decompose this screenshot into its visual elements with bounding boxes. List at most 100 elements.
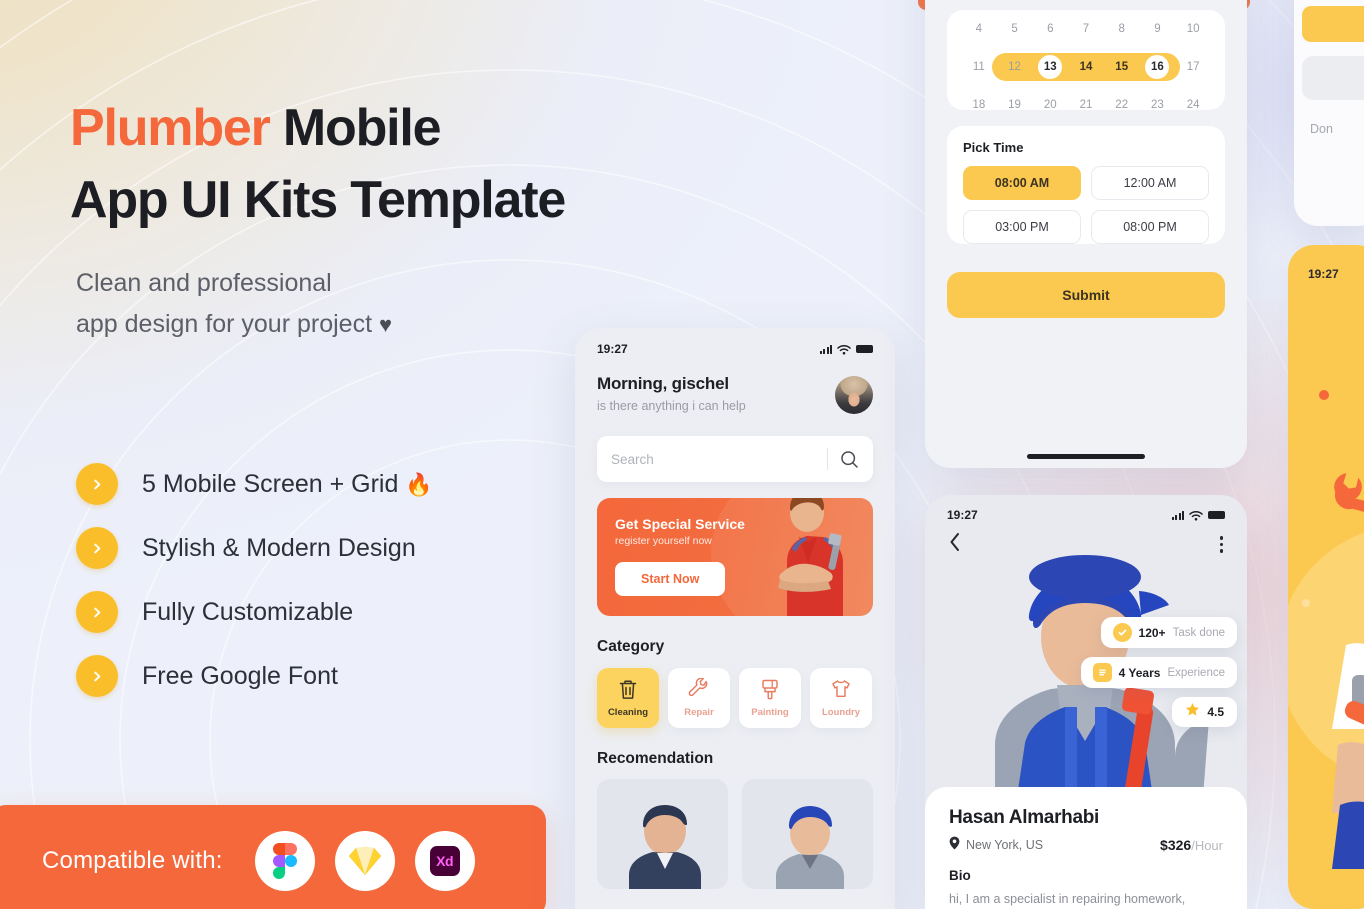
- greeting-title: Morning, gischel: [597, 374, 729, 393]
- sketch-logo-icon: [334, 831, 395, 891]
- subtitle-line-2: app design for your project: [76, 310, 373, 338]
- calendar-week-row-selected: 11 12 13 14 15 16 17: [961, 48, 1211, 86]
- list-item[interactable]: [742, 779, 873, 889]
- signal-icon: [819, 344, 832, 354]
- status-badge: 120+ Task done: [1100, 617, 1237, 648]
- compatible-with-label: Compatible with:: [42, 847, 223, 874]
- calendar-day[interactable]: 10: [1175, 23, 1211, 35]
- phone-mockup-home: 19:27 Morning, gischel is there anything…: [575, 328, 895, 909]
- page-title: Plumber Mobile App UI Kits Template: [70, 92, 750, 236]
- home-greeting-text: Morning, gischel is there anything i can…: [597, 374, 746, 413]
- calendar-day[interactable]: 11: [961, 61, 997, 73]
- badge-value: 4 Years: [1118, 665, 1161, 680]
- category-section-title: Category: [597, 638, 665, 655]
- list-item[interactable]: [597, 779, 728, 889]
- time-slot-option[interactable]: 12:00 AM: [1091, 166, 1209, 200]
- calendar-day[interactable]: 7: [1068, 23, 1104, 35]
- battery-icon: [856, 345, 873, 353]
- promo-title: Get Special Service: [615, 516, 745, 532]
- feature-label: 5 Mobile Screen + Grid 🔥: [142, 469, 433, 498]
- map-pin-icon: [949, 836, 960, 853]
- calendar-day[interactable]: 22: [1104, 99, 1140, 111]
- submit-button[interactable]: Submit: [947, 272, 1225, 318]
- document-icon: [1092, 663, 1112, 682]
- divider: [827, 448, 828, 470]
- calendar-day[interactable]: 23: [1140, 99, 1176, 111]
- chevron-right-icon: [76, 463, 118, 505]
- greeting-subtitle: is there anything i can help: [597, 399, 746, 413]
- edge-input-field[interactable]: [1302, 56, 1364, 100]
- calendar-day[interactable]: 20: [1032, 99, 1068, 111]
- promo-banner[interactable]: Get Special Service register yourself no…: [597, 498, 873, 616]
- home-greeting-row: Morning, gischel is there anything i can…: [575, 356, 895, 414]
- calendar-day[interactable]: 14: [1068, 61, 1104, 73]
- calendar-week-row: 4 5 6 7 8 9 10: [961, 10, 1211, 48]
- profile-price: $326/Hour: [1160, 837, 1223, 853]
- pick-time-card: Pick Time 08:00 AM 12:00 AM 03:00 PM 08:…: [947, 126, 1225, 244]
- time-slot-option[interactable]: 08:00 PM: [1091, 210, 1209, 244]
- calendar-day[interactable]: 8: [1104, 23, 1140, 35]
- feature-label: Stylish & Modern Design: [142, 533, 416, 562]
- edge-done-label: Don: [1310, 122, 1333, 136]
- paint-brush-icon: [762, 679, 778, 700]
- search-icon: [841, 450, 858, 468]
- profile-name: Hasan Almarhabi: [949, 807, 1100, 828]
- category-label: Cleaning: [607, 707, 649, 718]
- home-indicator-bar: [1027, 454, 1145, 459]
- chevron-right-icon: [76, 591, 118, 633]
- calendar-day[interactable]: 19: [997, 99, 1033, 111]
- headline-line-1: Plumber Mobile: [70, 92, 750, 164]
- wrench-icon: [1334, 473, 1364, 518]
- headline-accent-word: Plumber: [70, 99, 271, 157]
- status-bar: 19:27: [925, 495, 1247, 522]
- signal-icon: [1171, 510, 1184, 520]
- category-label: Loundry: [822, 707, 860, 718]
- worker-photo: [742, 779, 873, 889]
- onboarding-illustration: [1288, 390, 1364, 869]
- calendar-day[interactable]: 6: [1032, 23, 1068, 35]
- calendar-day-range-end[interactable]: 16: [1140, 55, 1176, 79]
- avatar[interactable]: [835, 376, 873, 414]
- status-time: 19:27: [947, 508, 978, 522]
- category-chip-cleaning[interactable]: Cleaning: [597, 668, 659, 728]
- chevron-right-icon: [76, 655, 118, 697]
- compatible-logo-group: Xd: [254, 831, 475, 891]
- kebab-menu-icon[interactable]: [1219, 536, 1223, 553]
- chevron-left-icon[interactable]: [949, 532, 961, 557]
- calendar-day[interactable]: 17: [1175, 61, 1211, 73]
- calendar-day[interactable]: 21: [1068, 99, 1104, 111]
- category-list: Cleaning Repair Painting Loundry: [597, 668, 873, 728]
- calendar-day[interactable]: 9: [1140, 23, 1176, 35]
- calendar-day[interactable]: 15: [1104, 61, 1140, 73]
- headline-line-2: App UI Kits Template: [70, 171, 566, 229]
- calendar-day[interactable]: 4: [961, 23, 997, 35]
- calendar-day[interactable]: 12: [997, 61, 1033, 73]
- worker-photo: [597, 779, 728, 889]
- category-label: Painting: [751, 707, 789, 718]
- wrench-icon: [688, 678, 708, 697]
- feature-list: 5 Mobile Screen + Grid 🔥 Stylish & Moder…: [76, 452, 433, 708]
- calendar-day-range-start[interactable]: 13: [1032, 55, 1068, 79]
- category-chip-painting[interactable]: Painting: [739, 668, 801, 728]
- category-chip-loundry[interactable]: Loundry: [810, 668, 872, 728]
- status-bar: 19:27: [575, 328, 895, 356]
- list-item: Fully Customizable: [76, 580, 433, 644]
- figma-logo-icon: [254, 831, 315, 891]
- calendar-day[interactable]: 5: [997, 23, 1033, 35]
- search-bar[interactable]: Search: [597, 436, 873, 482]
- marketing-pane: Plumber Mobile App UI Kits Template Clea…: [0, 0, 566, 909]
- edge-primary-button[interactable]: [1302, 6, 1364, 42]
- subtitle: Clean and professional app design for yo…: [76, 263, 546, 345]
- time-slot-option[interactable]: 03:00 PM: [963, 210, 1081, 244]
- time-slot-option[interactable]: 08:00 AM: [963, 166, 1081, 200]
- calendar-day[interactable]: 18: [961, 99, 997, 111]
- start-now-button[interactable]: Start Now: [615, 562, 726, 596]
- profile-location-text: New York, US: [966, 837, 1044, 852]
- trash-icon: [619, 680, 637, 699]
- chevron-right-icon: [76, 527, 118, 569]
- calendar-day[interactable]: 24: [1175, 99, 1211, 111]
- badge-label: Experience: [1167, 666, 1225, 679]
- category-chip-repair[interactable]: Repair: [668, 668, 730, 728]
- search-input[interactable]: Search: [611, 452, 827, 467]
- status-icons: [819, 344, 873, 355]
